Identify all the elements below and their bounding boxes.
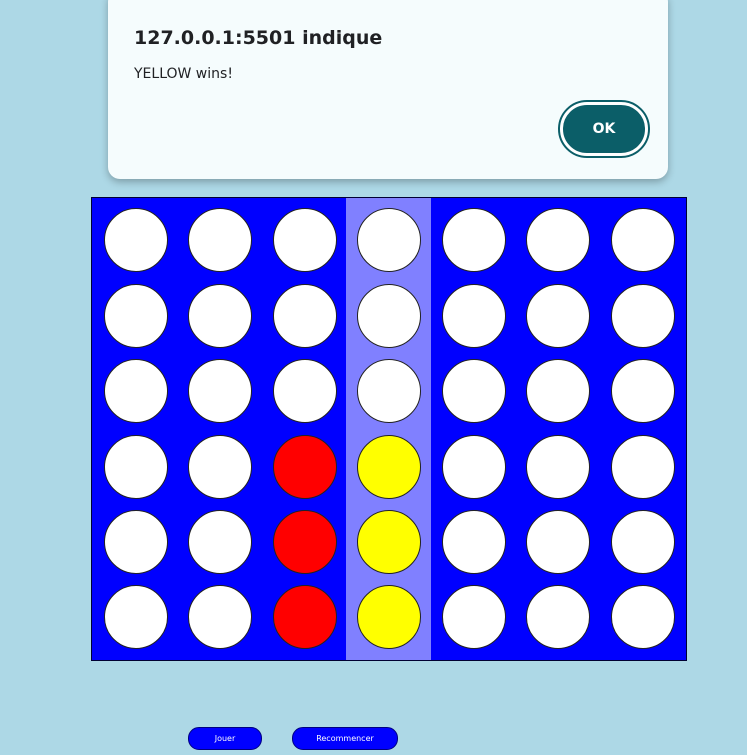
board-cell-empty[interactable] (611, 585, 675, 649)
board-cell-empty[interactable] (611, 208, 675, 272)
board-cell-empty[interactable] (104, 585, 168, 649)
board-cell-empty[interactable] (357, 359, 421, 423)
board-cell-empty[interactable] (442, 585, 506, 649)
board-cell-yellow[interactable] (357, 435, 421, 499)
alert-dialog: 127.0.0.1:5501 indique YELLOW wins! OK (108, 0, 668, 179)
board-cell-empty[interactable] (188, 585, 252, 649)
board-cell-empty[interactable] (357, 208, 421, 272)
board-cell-empty[interactable] (526, 208, 590, 272)
play-button[interactable]: Jouer (188, 727, 262, 750)
board-cell-empty[interactable] (357, 284, 421, 348)
board-cell-yellow[interactable] (357, 510, 421, 574)
ok-button[interactable]: OK (558, 100, 650, 158)
board-cell-empty[interactable] (104, 208, 168, 272)
board-cell-empty[interactable] (442, 510, 506, 574)
dialog-message: YELLOW wins! (134, 66, 233, 82)
board-cell-empty[interactable] (526, 585, 590, 649)
board-cell-empty[interactable] (526, 359, 590, 423)
board-cell-empty[interactable] (442, 435, 506, 499)
board-cell-empty[interactable] (188, 435, 252, 499)
board-cell-empty[interactable] (611, 435, 675, 499)
board-cell-empty[interactable] (104, 284, 168, 348)
restart-button[interactable]: Recommencer (292, 727, 398, 750)
board-cell-empty[interactable] (442, 284, 506, 348)
board-cell-empty[interactable] (188, 359, 252, 423)
board-cell-red[interactable] (273, 585, 337, 649)
board-cell-empty[interactable] (611, 284, 675, 348)
board-cell-red[interactable] (273, 435, 337, 499)
board-cell-yellow[interactable] (357, 585, 421, 649)
board-cell-empty[interactable] (273, 208, 337, 272)
board-cell-empty[interactable] (104, 359, 168, 423)
board-cell-empty[interactable] (526, 284, 590, 348)
board-cell-empty[interactable] (188, 208, 252, 272)
board-cell-empty[interactable] (104, 510, 168, 574)
board-cell-empty[interactable] (442, 208, 506, 272)
board-cell-empty[interactable] (104, 435, 168, 499)
board-cell-empty[interactable] (273, 284, 337, 348)
board-cell-empty[interactable] (188, 284, 252, 348)
board-cell-empty[interactable] (273, 359, 337, 423)
board-cell-empty[interactable] (611, 359, 675, 423)
board-cell-red[interactable] (273, 510, 337, 574)
board-cell-empty[interactable] (526, 435, 590, 499)
board-cell-empty[interactable] (526, 510, 590, 574)
board-cell-empty[interactable] (611, 510, 675, 574)
board-cell-empty[interactable] (442, 359, 506, 423)
dialog-title: 127.0.0.1:5501 indique (134, 27, 383, 49)
board-cell-empty[interactable] (188, 510, 252, 574)
